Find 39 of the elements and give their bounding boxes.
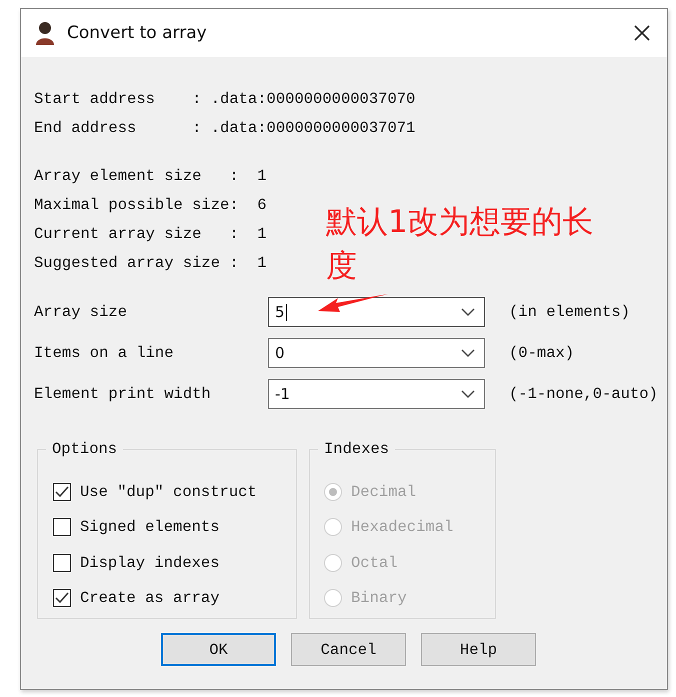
radio-label: Octal [351, 554, 398, 572]
radio-label: Hexadecimal [351, 518, 454, 536]
radio-label: Binary [351, 589, 407, 608]
field-hint: (in elements) [509, 303, 630, 321]
close-icon [633, 24, 651, 42]
chevron-down-icon [461, 308, 475, 316]
info-text: End address : .data:0000000000037071 [34, 118, 416, 139]
field-label: Array size [34, 303, 128, 321]
checkbox-label: Create as array [80, 589, 220, 608]
checkbox-label: Use "dup" construct [80, 482, 257, 501]
chevron-down-icon [461, 349, 475, 357]
window-title: Convert to array [67, 23, 207, 43]
checkbox[interactable] [53, 554, 71, 572]
dialog-button[interactable]: Help [421, 633, 536, 666]
info-text: Array element size : 1 [34, 166, 267, 187]
info-text: Start address : .data:0000000000037070 [34, 89, 416, 110]
text-cursor [286, 304, 287, 320]
annotation-text: 默认1改为想要的长度 [326, 203, 595, 286]
checkbox[interactable] [53, 482, 71, 501]
arrow-icon [316, 292, 390, 314]
field-label: Element print width [34, 385, 212, 403]
combo-field[interactable]: 5 [268, 297, 485, 327]
chevron-down-icon [461, 390, 475, 398]
combo-field[interactable]: -1 [268, 379, 485, 409]
checkbox-label: Signed elements [80, 518, 220, 536]
field-label: Items on a line [34, 344, 175, 362]
avatar-icon [33, 21, 57, 45]
checkbox[interactable] [53, 518, 71, 536]
field-hint: (-1-none,0-auto) [509, 385, 658, 403]
combo-field[interactable]: 0 [268, 338, 485, 368]
checkbox-label: Display indexes [80, 554, 220, 572]
field-hint: (0-max) [509, 344, 574, 362]
dialog-button[interactable]: OK [161, 633, 276, 666]
info-text: Maximal possible size: 6 [34, 195, 267, 216]
info-text: Suggested array size : 1 [34, 253, 267, 274]
info-text: Current array size : 1 [34, 224, 267, 245]
checkbox[interactable] [53, 589, 71, 608]
dialog-button[interactable]: Cancel [291, 633, 406, 666]
radio-label: Decimal [351, 482, 416, 501]
